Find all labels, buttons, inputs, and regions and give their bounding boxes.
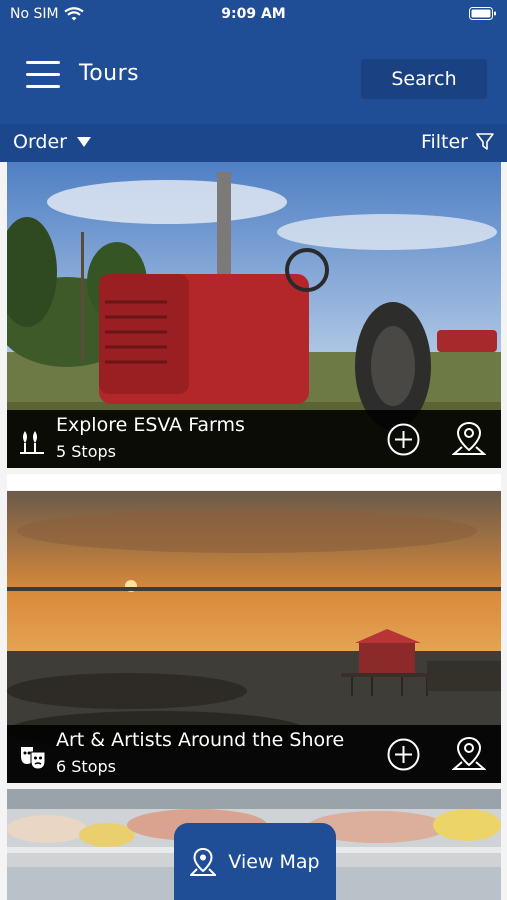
view-map-label: View Map: [228, 850, 320, 873]
caret-down-icon: [77, 137, 91, 147]
view-map-button[interactable]: View Map: [174, 823, 336, 900]
tour-caption: Explore ESVA Farms 5 Stops: [7, 410, 501, 468]
filter-button[interactable]: Filter: [421, 131, 494, 153]
sort-filter-bar: Order Filter: [0, 124, 507, 162]
tour-name: Explore ESVA Farms: [56, 414, 245, 436]
page-title: Tours: [79, 61, 140, 86]
tour-caption: Art & Artists Around the Shore 6 Stops: [7, 725, 501, 783]
map-pin-icon[interactable]: [452, 736, 486, 772]
filter-label: Filter: [420, 131, 468, 153]
map-pin-icon[interactable]: [452, 421, 486, 457]
map-pin-icon: [190, 847, 217, 876]
farm-icon: [20, 431, 44, 454]
tour-stops: 5 Stops: [56, 442, 116, 461]
add-circle-icon[interactable]: [387, 738, 420, 771]
clock: 9:09 AM: [221, 6, 286, 22]
tour-stops: 6 Stops: [56, 757, 116, 776]
status-bar: No SIM 9:09 AM: [0, 0, 507, 30]
order-label: Order: [13, 131, 67, 153]
app-header: No SIM 9:09 AM Tours Search: [0, 0, 507, 124]
order-dropdown[interactable]: Order: [13, 131, 91, 153]
search-button[interactable]: Search: [361, 59, 487, 99]
menu-icon[interactable]: [26, 61, 60, 89]
list-divider: [7, 474, 501, 490]
theater-masks-icon: [21, 747, 46, 770]
tour-card[interactable]: Explore ESVA Farms 5 Stops: [7, 162, 501, 468]
battery-icon: [469, 7, 496, 20]
filter-funnel-icon: [476, 133, 494, 150]
tour-name: Art & Artists Around the Shore: [56, 729, 345, 751]
tour-card[interactable]: Art & Artists Around the Shore 6 Stops: [7, 491, 501, 783]
add-circle-icon[interactable]: [387, 423, 420, 456]
